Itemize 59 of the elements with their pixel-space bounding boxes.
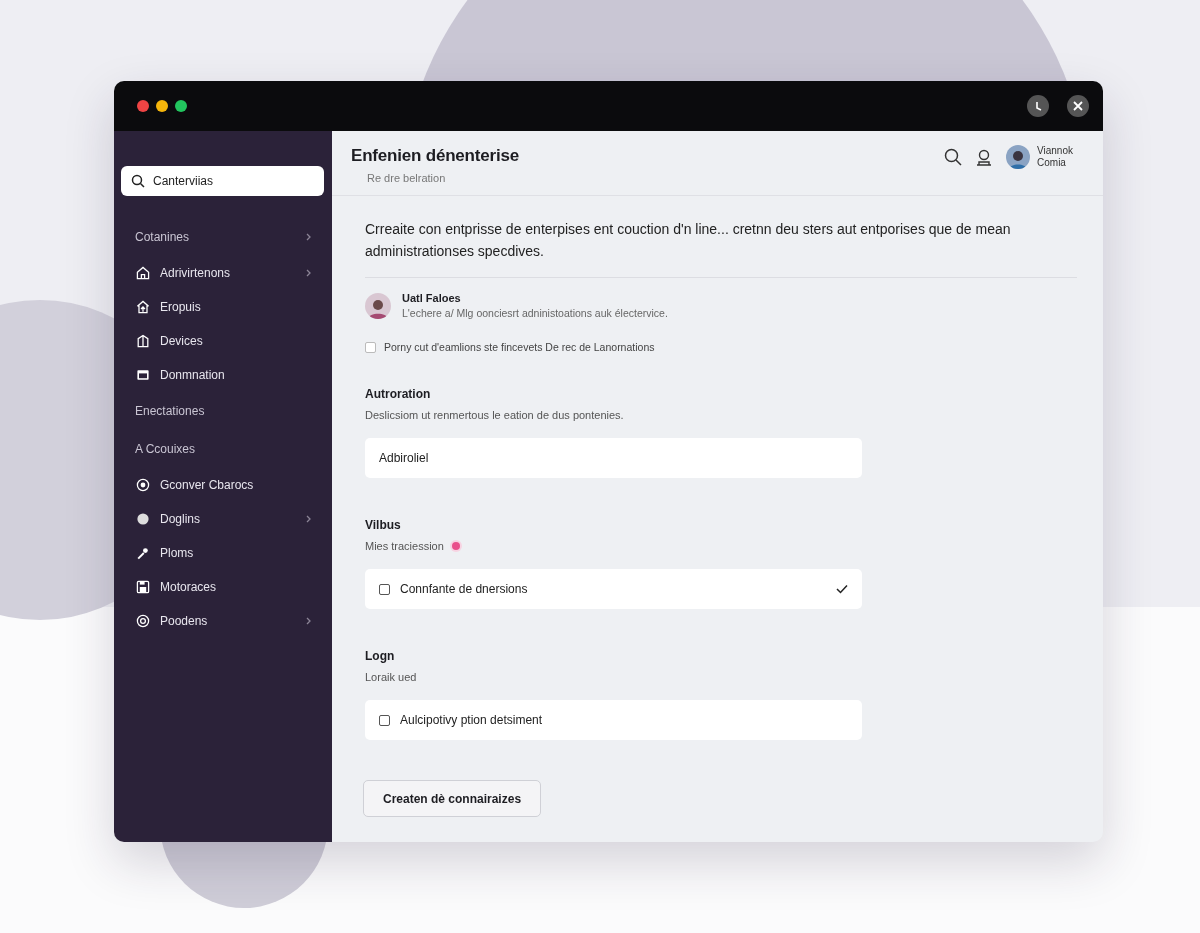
person-description: L'echere a/ Mlg oonciesrt adninistoations auk électervice. — [402, 307, 668, 319]
section-title: Vilbus — [365, 518, 402, 532]
minimize-button[interactable] — [1027, 95, 1049, 117]
sidebar-item[interactable]: Eropuis — [121, 290, 324, 324]
create-button[interactable]: Createn dè connairaizes — [363, 780, 542, 817]
chevron-right-icon — [306, 269, 312, 277]
sidebar-item[interactable]: Gconver Cbarocs — [121, 468, 324, 502]
sidebar-item[interactable]: Devices — [121, 324, 324, 358]
circle-icon — [135, 511, 151, 527]
section-description: Loraik ued — [365, 671, 417, 683]
close-icon — [1072, 100, 1084, 112]
wand-icon — [135, 545, 151, 561]
sidebar-item[interactable]: Donmnation — [121, 358, 324, 392]
section-description: Deslicsiom ut renmertous le eation de dus pontenies. — [365, 409, 624, 421]
search-field[interactable]: Canterviias — [121, 166, 324, 196]
window-control-dot[interactable] — [137, 100, 149, 112]
user-icon[interactable] — [976, 148, 993, 166]
search-icon — [131, 174, 145, 188]
checkbox[interactable] — [379, 714, 390, 726]
sidebar-item[interactable]: Poodens — [121, 604, 324, 638]
page-subtitle: Re dre belration — [367, 172, 447, 184]
checkbox[interactable] — [365, 341, 376, 353]
chevron-right-icon — [306, 233, 312, 241]
close-button[interactable] — [1067, 95, 1089, 117]
chevron-right-icon — [306, 617, 312, 625]
sidebar-item[interactable]: Motoraces — [121, 570, 324, 604]
search-icon[interactable] — [944, 148, 963, 166]
sidebar-item[interactable]: Doglins — [121, 502, 324, 536]
checkbox-field[interactable]: Aulcipotivy ption detsiment — [365, 700, 862, 740]
folder-icon — [135, 367, 151, 383]
house-icon — [135, 333, 151, 349]
circle-dot-icon — [135, 477, 151, 493]
house-icon — [135, 265, 151, 281]
window-control-dot[interactable] — [156, 100, 168, 112]
save-icon — [135, 579, 151, 595]
sidebar-item[interactable]: Cotanines — [121, 218, 324, 256]
required-dot-icon — [451, 542, 460, 550]
person-name: Uatl Faloes — [402, 292, 462, 304]
window-control-dot[interactable] — [175, 100, 187, 112]
avatar — [365, 292, 391, 319]
checkbox[interactable] — [379, 583, 390, 595]
select-field[interactable]: Connfante de dnersions — [365, 569, 862, 609]
user-name: Viannok Comia — [1037, 145, 1073, 169]
target-icon — [135, 613, 151, 629]
sidebar-item[interactable]: Adrivirtenons — [121, 256, 324, 290]
section-description: Mies traciession — [365, 540, 444, 552]
house-arrow-icon — [135, 299, 151, 315]
avatar[interactable] — [1006, 145, 1031, 169]
checkbox-label: Porny cut d'eamlions ste fincevets De rec de Lanornations — [384, 341, 655, 353]
section-title: Logn — [365, 649, 396, 663]
page-title: Enfenien dénenterise — [351, 146, 519, 166]
sidebar-item[interactable]: Ploms — [121, 536, 324, 570]
text-input[interactable]: Adbiroliel — [365, 438, 862, 478]
check-icon — [836, 584, 848, 594]
sidebar-item[interactable]: A Ccouixes — [121, 430, 324, 468]
sidebar-item[interactable]: Enectationes — [121, 392, 324, 430]
intro-text: Crreaite con entprisse de enterpises ent couction d'n line... cretnn deu sters aut entporises que de mean administrationses specdives. — [365, 218, 1077, 278]
section-title: Autroration — [365, 387, 432, 401]
chevron-right-icon — [306, 515, 312, 523]
